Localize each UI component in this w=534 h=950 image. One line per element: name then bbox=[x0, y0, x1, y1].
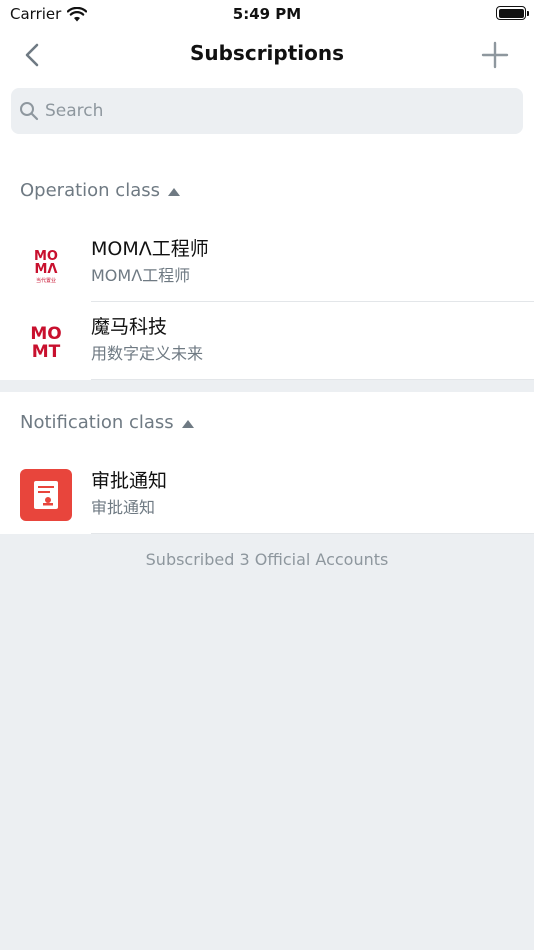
page-title: Subscriptions bbox=[189, 41, 345, 65]
item-name: 审批通知 bbox=[91, 470, 168, 492]
item-texts: 审批通知 审批通知 bbox=[91, 468, 534, 520]
document-stamp-icon bbox=[20, 469, 72, 521]
row-divider bbox=[91, 379, 534, 380]
item-texts: MOMΛ工程师 MOMΛ工程师 bbox=[91, 236, 534, 288]
list-item-moma-engineer[interactable]: MO MΛ 当代置业 MOMΛ工程师 MOMΛ工程师 bbox=[0, 224, 534, 302]
section-operation-class: Operation class MO MΛ 当代置业 MOMΛ工程师 MOMΛ工… bbox=[0, 148, 534, 380]
logo-text-line1: MO bbox=[30, 324, 61, 344]
search-wrapper bbox=[0, 80, 534, 148]
plus-icon[interactable] bbox=[480, 40, 510, 70]
battery-icon bbox=[496, 6, 529, 20]
momt-logo-icon: MO MT bbox=[20, 315, 72, 367]
item-desc: MOMΛ工程师 bbox=[91, 266, 191, 285]
item-desc: 用数字定义未来 bbox=[91, 344, 204, 363]
logo-text-line2: MT bbox=[32, 342, 61, 362]
section-title: Notification class bbox=[20, 412, 174, 433]
item-desc: 审批通知 bbox=[91, 498, 156, 517]
section-header-operation[interactable]: Operation class bbox=[0, 148, 534, 224]
header-area: Carrier 5:49 PM Subscriptions bbox=[0, 0, 534, 148]
moma-logo-icon: MO MΛ 当代置业 bbox=[20, 237, 72, 289]
status-time: 5:49 PM bbox=[232, 5, 302, 23]
collapse-triangle-icon bbox=[181, 420, 194, 428]
battery-fill bbox=[498, 8, 524, 18]
item-name: 魔马科技 bbox=[91, 316, 168, 338]
nav-bar: Subscriptions bbox=[0, 30, 534, 80]
item-texts: 魔马科技 用数字定义未来 bbox=[91, 314, 534, 366]
search-box[interactable] bbox=[11, 88, 523, 134]
status-bar: Carrier 5:49 PM bbox=[0, 0, 534, 30]
list-item-approval-notice[interactable]: 审批通知 审批通知 bbox=[0, 456, 534, 534]
section-title: Operation class bbox=[20, 180, 160, 201]
subscription-count: Subscribed 3 Official Accounts bbox=[145, 550, 389, 569]
list-item-moma-tech[interactable]: MO MT 魔马科技 用数字定义未来 bbox=[0, 302, 534, 380]
section-notification-class: Notification class 审批通知 审批通知 bbox=[0, 392, 534, 534]
collapse-triangle-icon bbox=[167, 188, 180, 196]
section-header-notification[interactable]: Notification class bbox=[0, 392, 534, 456]
logo-subtext: 当代置业 bbox=[36, 277, 56, 284]
search-input[interactable] bbox=[45, 101, 445, 121]
section-gap bbox=[0, 380, 534, 392]
search-icon bbox=[20, 102, 39, 121]
row-divider bbox=[91, 533, 534, 534]
logo-text-line2: MΛ bbox=[35, 262, 58, 277]
item-name: MOMΛ工程师 bbox=[91, 238, 209, 260]
